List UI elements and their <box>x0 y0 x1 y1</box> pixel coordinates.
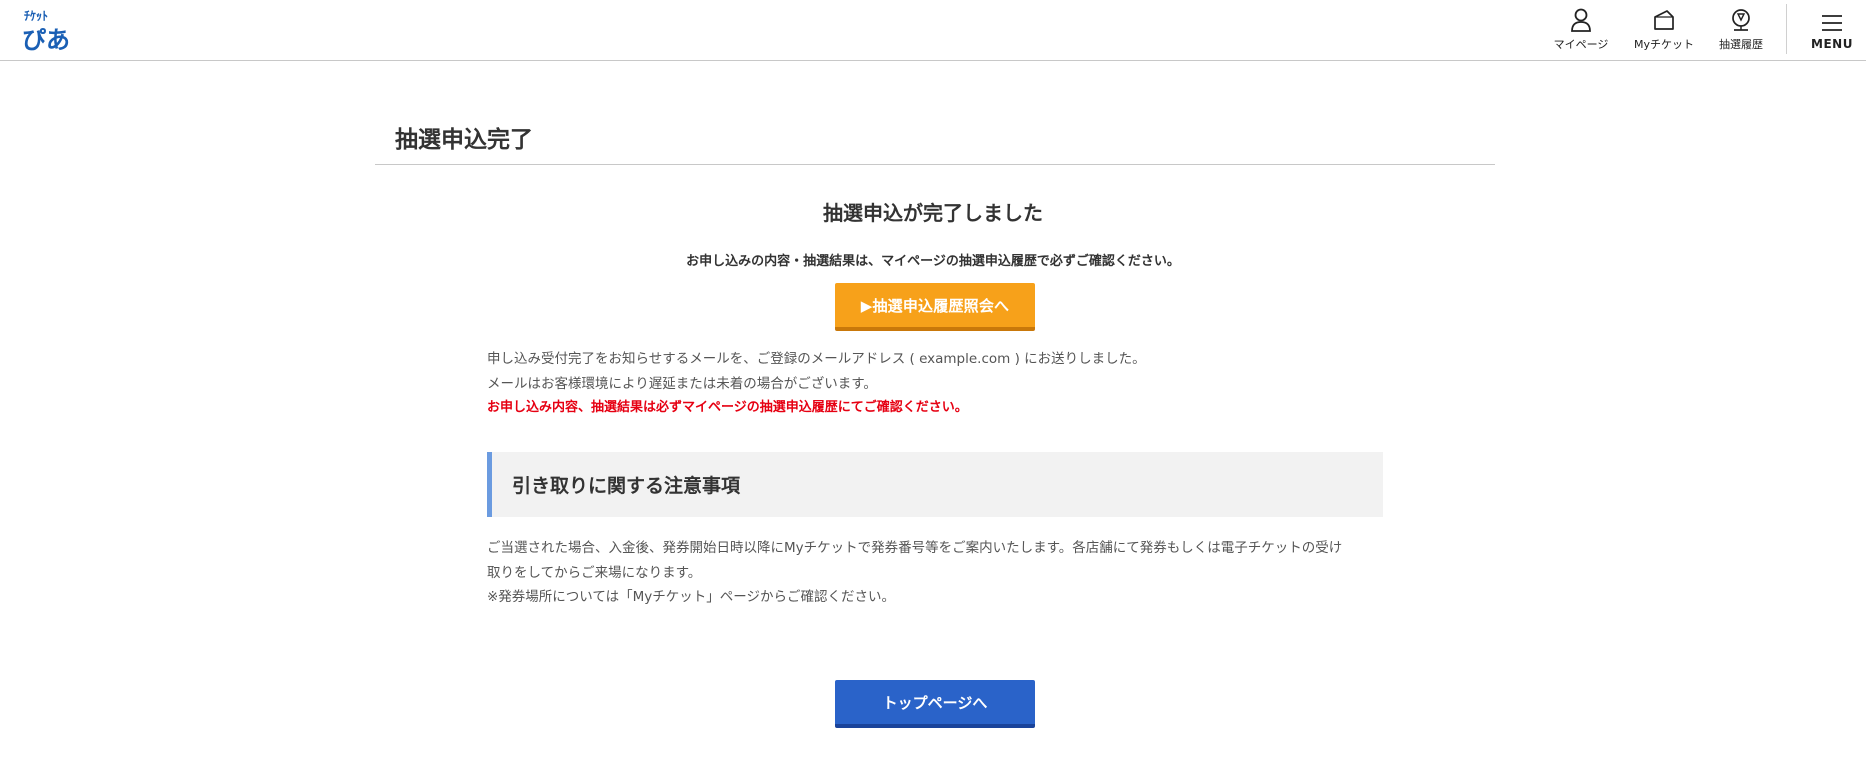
nav-myticket[interactable]: Myチケット <box>1627 0 1701 60</box>
svg-text:ﾁｹｯﾄ: ﾁｹｯﾄ <box>24 9 48 23</box>
ticket-icon <box>1652 0 1676 34</box>
hamburger-icon <box>1821 0 1843 34</box>
nav-myticket-label: Myチケット <box>1633 38 1694 51</box>
nav-mypage[interactable]: マイページ <box>1546 0 1616 60</box>
person-icon <box>1570 0 1592 34</box>
svg-text:ぴあ: ぴあ <box>22 26 70 52</box>
nav-menu-button[interactable]: MENU <box>1800 0 1864 60</box>
nav-menu-label: MENU <box>1811 37 1853 51</box>
logo-image: ﾁｹｯﾄ ぴあ <box>22 9 70 52</box>
nav-mypage-label: マイページ <box>1553 38 1609 51</box>
nav-lottery-history[interactable]: 抽選履歴 <box>1708 0 1774 60</box>
nav-divider <box>1786 4 1787 54</box>
nav-lottery-history-label: 抽選履歴 <box>1719 38 1763 51</box>
confirm-note: お申し込みの内容・抽選結果は、マイページの抽選申込履歴で必ずご確認ください。 <box>686 254 1180 269</box>
site-header: ﾁｹｯﾄ ぴあ マイページ Myチケット 抽選履歴 MENU <box>0 0 1866 61</box>
notice-heading-box: 引き取りに関する注意事項 <box>487 452 1383 517</box>
notice-text-line: ※発券場所については「Myチケット」ページからご確認ください。 <box>487 589 896 605</box>
lottery-history-button[interactable]: ▶抽選申込履歴照会へ <box>835 283 1035 331</box>
complete-heading: 抽選申込が完了しました <box>823 201 1043 225</box>
page-title-section: 抽選申込完了 <box>375 104 1495 165</box>
notice-text-block: ご当選された場合、入金後、発券開始日時以降にMyチケットで発券番号等をご案内いた… <box>487 536 1387 610</box>
warning-text: お申し込み内容、抽選結果は必ずマイページの抽選申込履歴にてご確認ください。 <box>487 400 968 415</box>
notice-text-line: 取りをしてからご来場になります。 <box>487 564 702 581</box>
lottery-icon <box>1729 0 1753 34</box>
email-delay-text: メールはお客様環境により遅延または未着の場合がございます。 <box>487 375 877 392</box>
email-sent-text: 申し込み受付完了をお知らせするメールを、ご登録のメールアドレス ( exampl… <box>487 351 1146 367</box>
site-logo[interactable]: ﾁｹｯﾄ ぴあ <box>22 6 78 52</box>
notice-title: 引き取りに関する注意事項 <box>512 475 741 497</box>
notice-text-line: ご当選された場合、入金後、発券開始日時以降にMyチケットで発券番号等をご案内いた… <box>487 540 1343 556</box>
email-message-block: 申し込み受付完了をお知らせするメールを、ご登録のメールアドレス ( exampl… <box>487 347 1387 421</box>
page-title: 抽選申込完了 <box>395 127 533 153</box>
top-page-button[interactable]: トップページへ <box>835 680 1035 728</box>
